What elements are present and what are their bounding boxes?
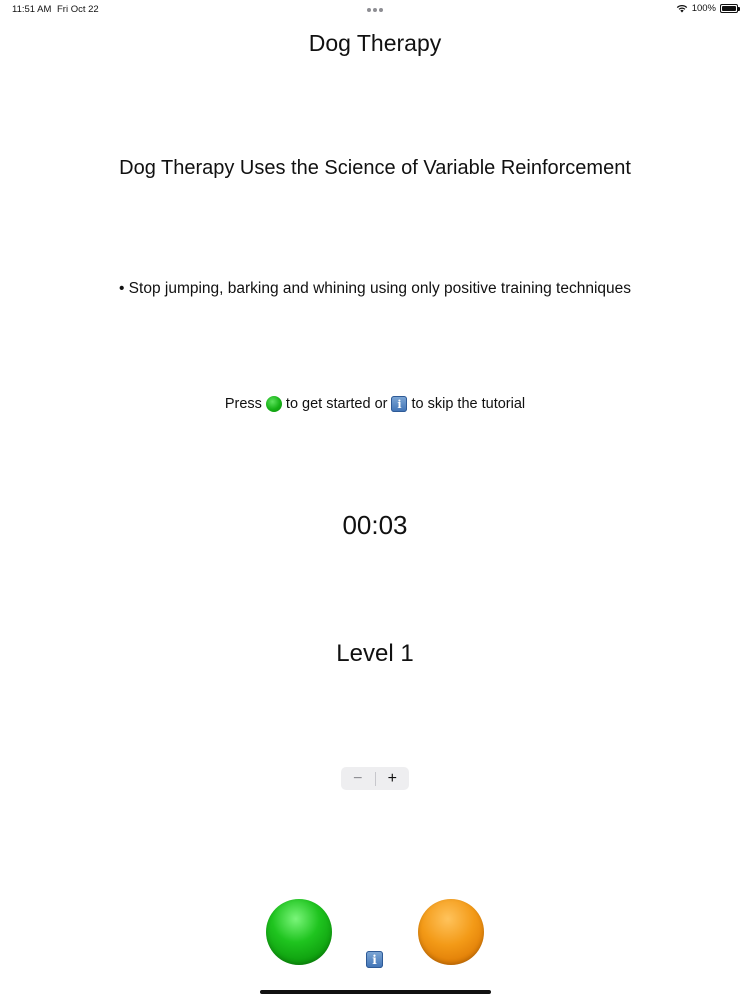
start-button[interactable]: [266, 899, 332, 965]
status-date: Fri Oct 22: [57, 4, 99, 15]
info-icon: i: [391, 396, 408, 412]
decrement-button[interactable]: −: [341, 767, 375, 790]
instruction-suffix: to skip the tutorial: [411, 396, 526, 412]
green-circle-icon: [265, 396, 282, 412]
timer-display: 00:03: [342, 510, 408, 540]
level-stepper: − +: [341, 767, 409, 790]
page-title: Dog Therapy: [308, 30, 442, 56]
increment-button[interactable]: +: [376, 767, 410, 790]
tutorial-instruction: Press to get started or i to skip the tu…: [0, 396, 750, 412]
info-button[interactable]: i: [366, 951, 383, 968]
battery-icon: [720, 4, 740, 13]
tutorial-bullet: • Stop jumping, barking and whining usin…: [118, 280, 632, 297]
instruction-prefix: Press: [224, 396, 262, 412]
instruction-middle: to get started or: [285, 396, 388, 412]
status-right-group: 100%: [676, 3, 740, 14]
status-bar: 11:51 AM Fri Oct 22 100%: [0, 0, 750, 20]
app-screen: 11:51 AM Fri Oct 22 100% Dog Therapy Dog…: [0, 0, 750, 1000]
tutorial-heading: Dog Therapy Uses the Science of Variable…: [119, 157, 631, 179]
status-time: 11:51 AM: [12, 4, 52, 15]
orange-action-button[interactable]: [418, 899, 484, 965]
wifi-icon: [676, 4, 688, 13]
battery-percent: 100%: [691, 3, 716, 14]
multitasking-dots-icon[interactable]: [367, 8, 383, 12]
home-indicator[interactable]: [260, 990, 491, 994]
level-label: Level 1: [336, 640, 414, 667]
